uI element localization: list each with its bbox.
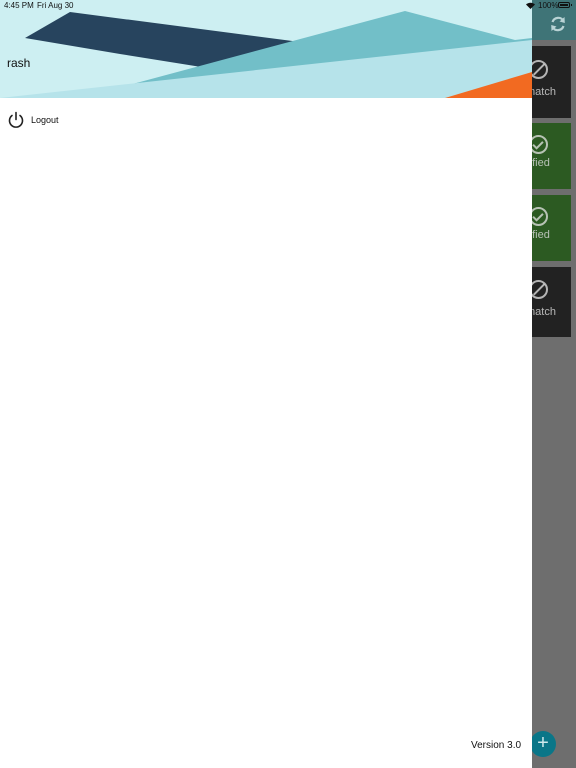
version-label: Version 3.0 (471, 740, 522, 751)
background-card[interactable]: match (526, 46, 571, 118)
battery-icon (558, 2, 572, 8)
battery-percentage: 100% (538, 1, 559, 10)
logout-menu-item[interactable]: Logout (0, 108, 532, 134)
background-card[interactable]: rified (526, 195, 571, 261)
navigation-drawer: rash Logout Version 3.0 (0, 0, 532, 768)
add-button[interactable]: + (530, 731, 556, 757)
status-time: 4:45 PM (4, 1, 34, 10)
background-card[interactable]: match (526, 267, 571, 337)
refresh-icon[interactable] (548, 14, 568, 34)
status-bar: 4:45 PM Fri Aug 30 100% (0, 0, 576, 12)
wifi-icon (526, 2, 535, 9)
user-name: rash (7, 56, 31, 70)
header-background (0, 0, 532, 98)
power-icon (8, 111, 24, 128)
background-card[interactable]: rified (526, 123, 571, 189)
logout-label: Logout (31, 115, 59, 125)
drawer-header: rash (0, 0, 532, 98)
status-date: Fri Aug 30 (37, 1, 74, 10)
